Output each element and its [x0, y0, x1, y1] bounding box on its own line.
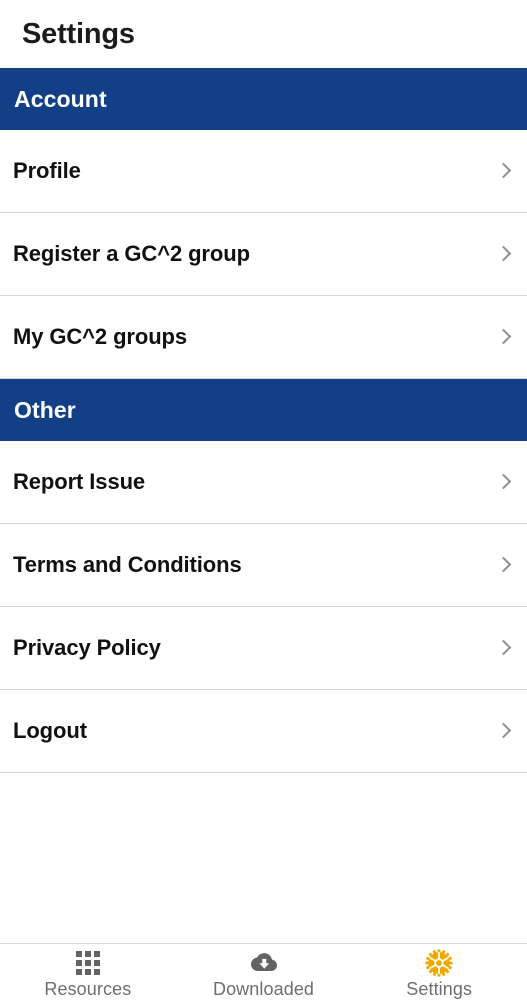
settings-list[interactable]: Account Profile Register a GC^2 group My… — [0, 68, 527, 943]
chevron-right-icon — [496, 635, 512, 661]
settings-row-label: Report Issue — [13, 469, 146, 494]
settings-row-label: Terms and Conditions — [13, 552, 242, 577]
tab-settings[interactable]: Settings — [351, 944, 527, 1003]
chevron-right-icon — [496, 552, 512, 578]
settings-row-report-issue[interactable]: Report Issue — [0, 441, 527, 524]
settings-row-label: Register a GC^2 group — [13, 241, 250, 266]
chevron-right-icon — [496, 241, 512, 267]
settings-row-label: Profile — [13, 158, 81, 183]
settings-row-label: Privacy Policy — [13, 635, 161, 660]
section-title-account: Account — [14, 85, 107, 112]
section-title-other: Other — [14, 396, 76, 423]
settings-row-label: Logout — [13, 718, 87, 743]
tab-label-settings: Settings — [406, 979, 473, 999]
settings-row-profile[interactable]: Profile — [0, 130, 527, 213]
tab-resources[interactable]: Resources — [0, 944, 176, 1003]
grid-icon — [73, 950, 103, 976]
tab-label-resources: Resources — [44, 979, 132, 999]
settings-row-my-groups[interactable]: My GC^2 groups — [0, 296, 527, 379]
settings-screen: Settings Account Profile Register a GC^2… — [0, 0, 527, 1003]
settings-row-terms-and-conditions[interactable]: Terms and Conditions — [0, 524, 527, 607]
tab-label-downloaded: Downloaded — [212, 979, 315, 999]
cloud-download-icon — [249, 950, 279, 976]
page-title: Settings — [22, 17, 135, 50]
chevron-right-icon — [496, 718, 512, 744]
titlebar: Settings — [0, 0, 527, 68]
chevron-right-icon — [496, 469, 512, 495]
tab-downloaded[interactable]: Downloaded — [176, 944, 352, 1003]
chevron-right-icon — [496, 324, 512, 350]
settings-row-register-group[interactable]: Register a GC^2 group — [0, 213, 527, 296]
bottom-tab-bar: Resources Downloaded Settings — [0, 943, 527, 1003]
settings-row-label: My GC^2 groups — [13, 324, 188, 349]
chevron-right-icon — [496, 158, 512, 184]
settings-row-logout[interactable]: Logout — [0, 690, 527, 773]
gear-icon — [424, 949, 454, 977]
section-header-account: Account — [0, 68, 527, 130]
settings-row-privacy-policy[interactable]: Privacy Policy — [0, 607, 527, 690]
section-header-other: Other — [0, 379, 527, 441]
